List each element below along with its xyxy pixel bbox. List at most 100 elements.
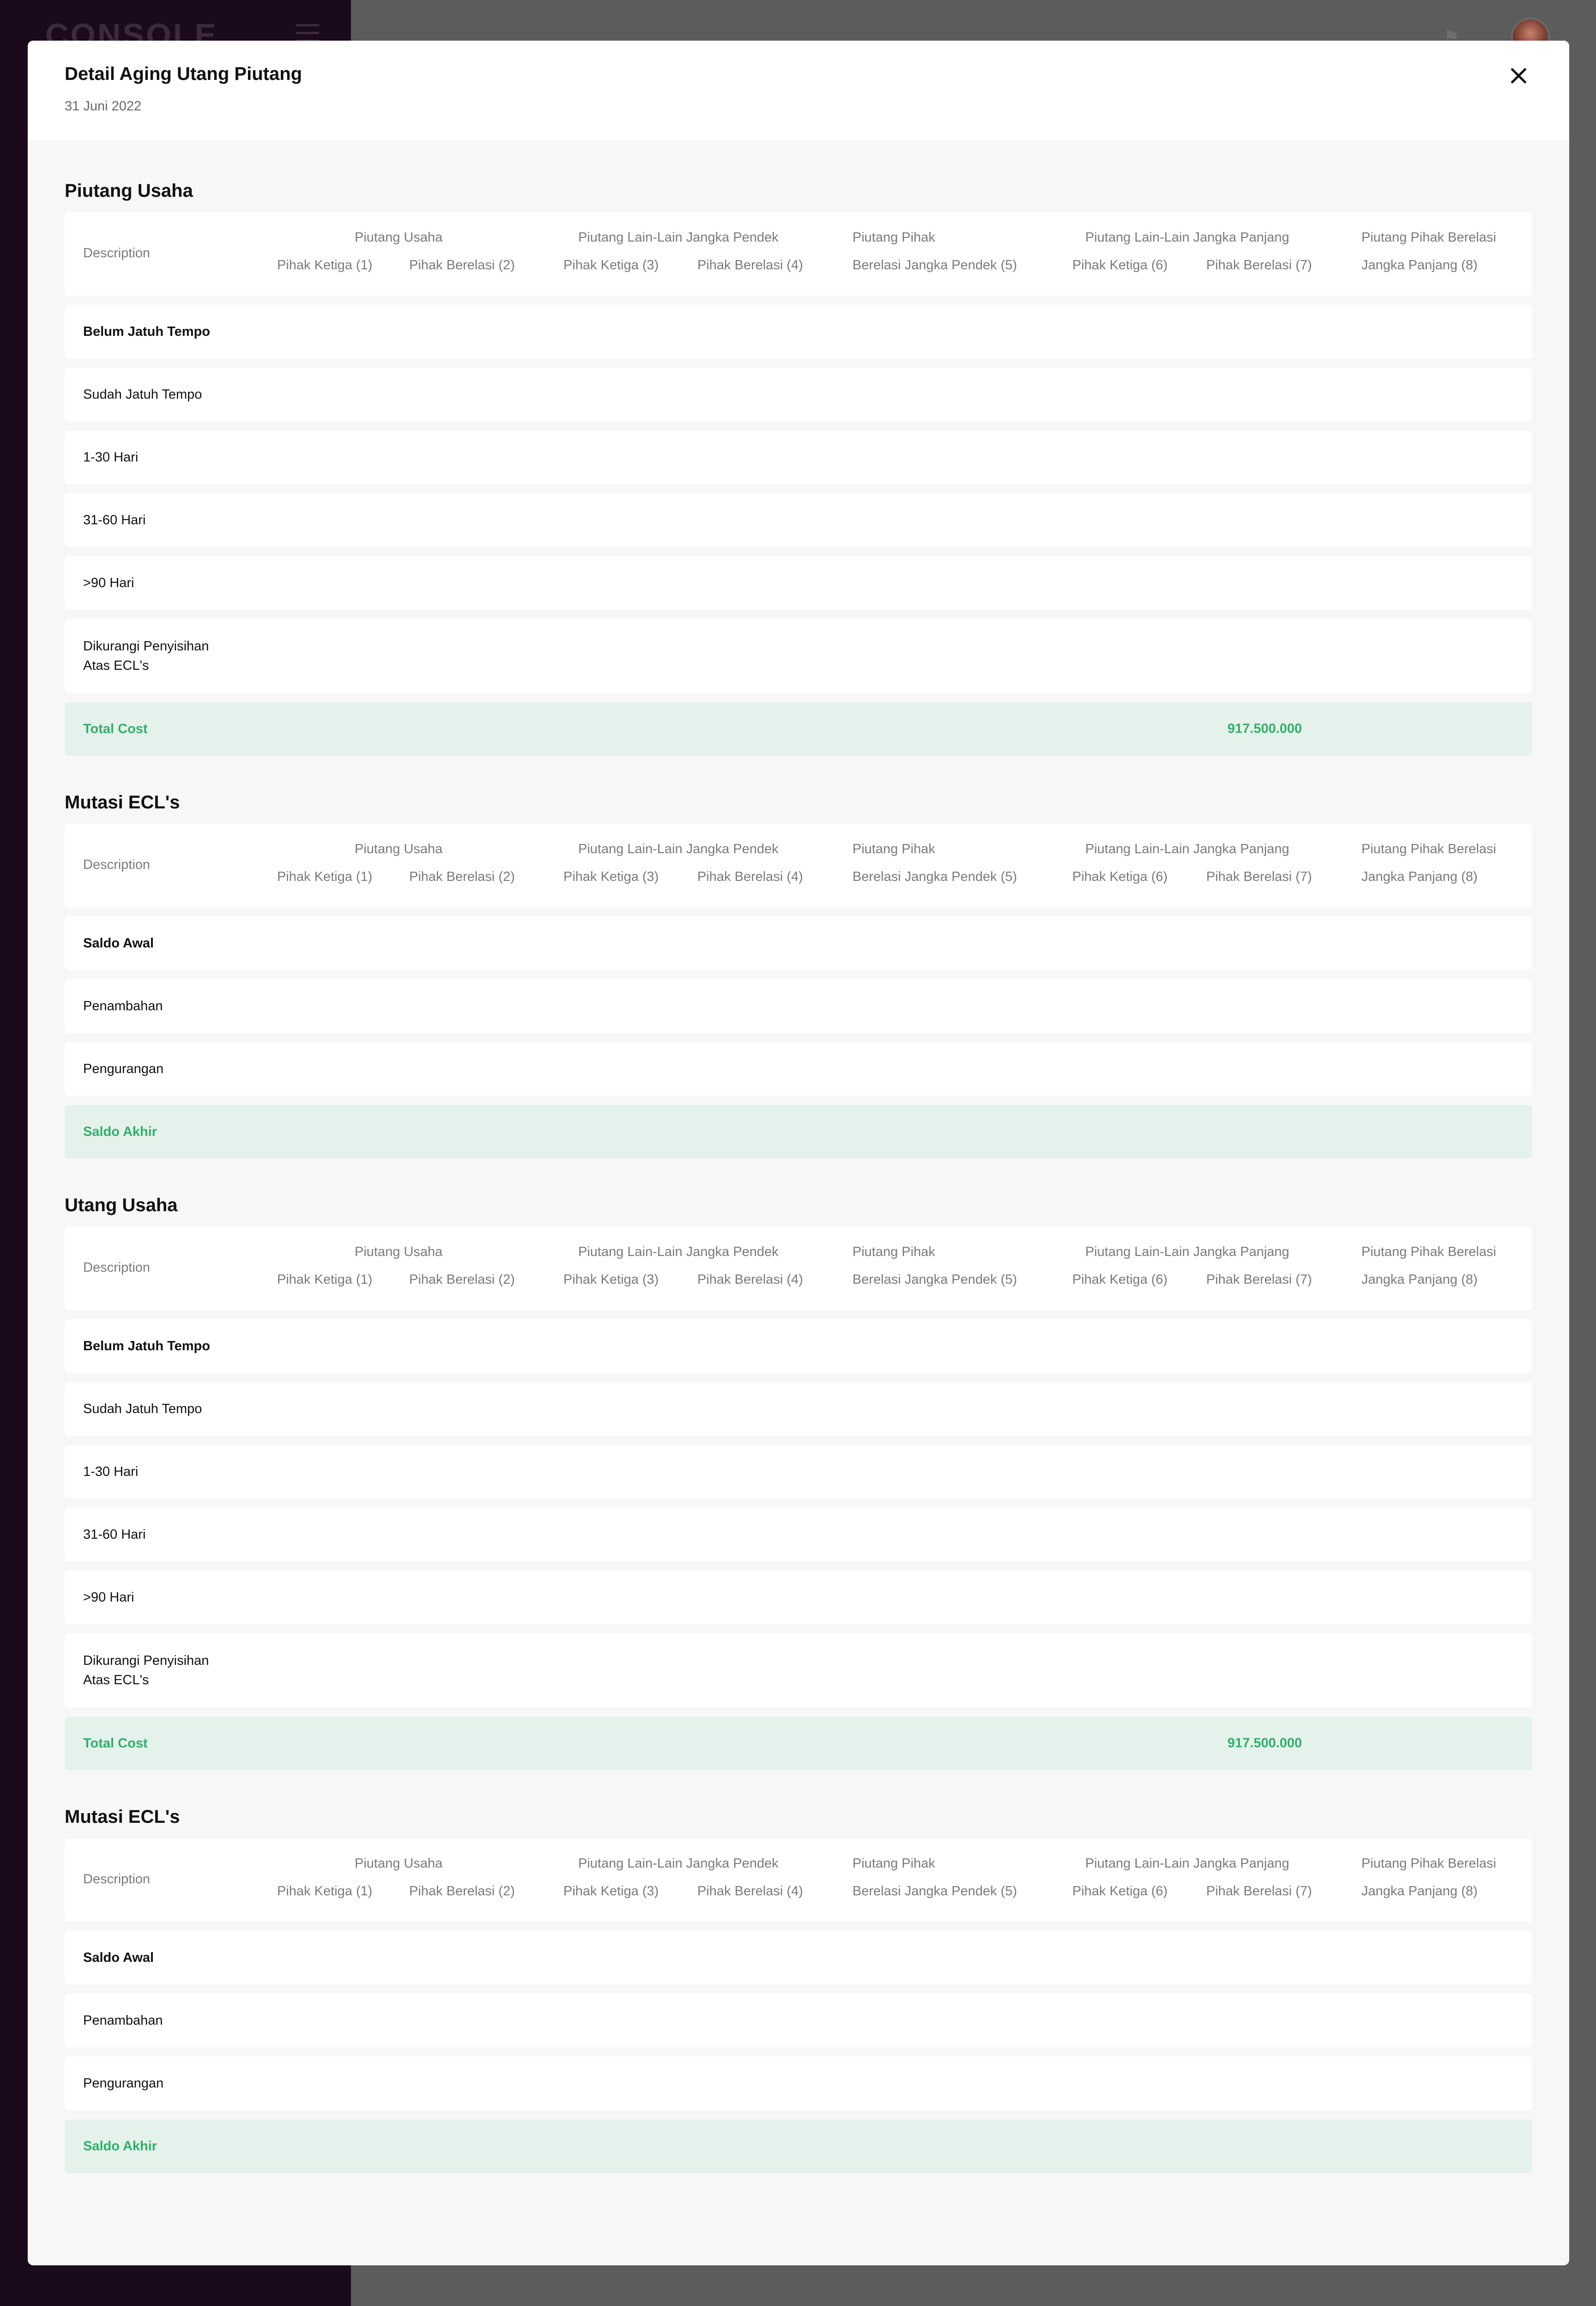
header-description: Description <box>83 246 151 261</box>
header-col7: Pihak Berelasi (7) <box>1206 1272 1312 1287</box>
row-label: >90 Hari <box>83 1590 134 1605</box>
section-title: Piutang Usaha <box>65 181 193 201</box>
header-col6: Pihak Ketiga (6) <box>1072 869 1168 884</box>
modal-date: 31 Juni 2022 <box>65 99 142 114</box>
header-col6: Pihak Ketiga (6) <box>1072 1272 1168 1287</box>
header-col2: Pihak Berelasi (2) <box>409 1884 515 1899</box>
table-header: Description Piutang Usaha Pihak Ketiga (… <box>65 1839 1532 1922</box>
total-label: Saldo Akhir <box>83 2139 157 2154</box>
header-col3: Pihak Ketiga (3) <box>563 258 659 273</box>
header-col8-bottom: Jangka Panjang (8) <box>1361 258 1478 273</box>
detail-modal: Detail Aging Utang Piutang 31 Juni 2022 … <box>28 41 1569 2265</box>
total-value: 917.500.000 <box>1227 721 1302 736</box>
table-row: Penambahan <box>65 1994 1532 2047</box>
header-group1: Piutang Usaha <box>355 1856 443 1871</box>
header-col4: Pihak Berelasi (4) <box>697 1272 803 1287</box>
total-row: Saldo Akhir <box>65 1105 1532 1159</box>
table-row: Belum Jatuh Tempo <box>65 305 1532 358</box>
row-label: Sudah Jatuh Tempo <box>83 1402 202 1416</box>
header-col4: Pihak Berelasi (4) <box>697 869 803 884</box>
row-label: 31-60 Hari <box>83 513 146 528</box>
header-group1: Piutang Usaha <box>355 1244 443 1259</box>
header-col2: Pihak Berelasi (2) <box>409 869 515 884</box>
table-row: Penambahan <box>65 979 1532 1033</box>
modal-title: Detail Aging Utang Piutang <box>65 64 302 84</box>
header-description: Description <box>83 1260 151 1275</box>
header-group3: Piutang Lain-Lain Jangka Panjang <box>1085 1244 1289 1259</box>
header-col1: Pihak Ketiga (1) <box>277 1272 373 1287</box>
header-group1: Piutang Usaha <box>355 230 443 245</box>
header-col8-bottom: Jangka Panjang (8) <box>1361 869 1478 884</box>
header-col7: Pihak Berelasi (7) <box>1206 1884 1312 1899</box>
row-label: Belum Jatuh Tempo <box>83 324 210 339</box>
total-label: Total Cost <box>83 722 148 736</box>
table-row: >90 Hari <box>65 1571 1532 1624</box>
row-label: Pengurangan <box>83 2076 164 2091</box>
total-label: Saldo Akhir <box>83 1124 157 1139</box>
header-col5-top: Piutang Pihak <box>852 842 935 856</box>
header-col5-bottom: Berelasi Jangka Pendek (5) <box>852 869 1017 884</box>
header-col5-bottom: Berelasi Jangka Pendek (5) <box>852 1884 1017 1899</box>
header-group3: Piutang Lain-Lain Jangka Panjang <box>1085 842 1289 856</box>
table-row: 1-30 Hari <box>65 431 1532 484</box>
total-value: 917.500.000 <box>1227 1736 1302 1751</box>
row-label: 1-30 Hari <box>83 450 139 465</box>
row-label: Pengurangan <box>83 1062 164 1076</box>
header-group2: Piutang Lain-Lain Jangka Pendek <box>578 230 779 245</box>
header-col4: Pihak Berelasi (4) <box>697 1884 803 1899</box>
menu-icon[interactable] <box>296 24 320 42</box>
section-title: Utang Usaha <box>65 1195 178 1215</box>
total-label: Total Cost <box>83 1736 148 1751</box>
row-label: 31-60 Hari <box>83 1527 146 1542</box>
table-header: Description Piutang Usaha Pihak Ketiga (… <box>65 824 1532 907</box>
total-row: Total Cost 917.500.000 <box>65 702 1532 756</box>
header-group2: Piutang Lain-Lain Jangka Pendek <box>578 842 779 856</box>
table-row: 1-30 Hari <box>65 1445 1532 1499</box>
header-col8-bottom: Jangka Panjang (8) <box>1361 1884 1478 1899</box>
section-title: Mutasi ECL's <box>65 1807 180 1827</box>
header-description: Description <box>83 857 151 872</box>
header-col5-top: Piutang Pihak <box>852 230 935 245</box>
table-row: Saldo Awal <box>65 1931 1532 1984</box>
header-col8-top: Piutang Pihak Berelasi <box>1361 230 1496 245</box>
header-group3: Piutang Lain-Lain Jangka Panjang <box>1085 230 1289 245</box>
header-col3: Pihak Ketiga (3) <box>563 869 659 884</box>
header-col4: Pihak Berelasi (4) <box>697 258 803 273</box>
close-icon[interactable] <box>1505 62 1532 90</box>
header-group1: Piutang Usaha <box>355 842 443 856</box>
row-label: 1-30 Hari <box>83 1464 139 1479</box>
header-group3: Piutang Lain-Lain Jangka Panjang <box>1085 1856 1289 1871</box>
total-row: Saldo Akhir <box>65 2119 1532 2173</box>
header-col2: Pihak Berelasi (2) <box>409 258 515 273</box>
row-label: Saldo Awal <box>83 936 154 951</box>
header-col7: Pihak Berelasi (7) <box>1206 258 1312 273</box>
table-header: Description Piutang Usaha Pihak Ketiga (… <box>65 1227 1532 1310</box>
row-label: >90 Hari <box>83 576 134 590</box>
modal-header: Detail Aging Utang Piutang 31 Juni 2022 <box>28 41 1569 140</box>
table-row: Pengurangan <box>65 1042 1532 1096</box>
table-row: >90 Hari <box>65 556 1532 610</box>
row-label: Dikurangi Penyisihan Atas ECL's <box>83 1653 209 1687</box>
header-col8-bottom: Jangka Panjang (8) <box>1361 1272 1478 1287</box>
table-row: Sudah Jatuh Tempo <box>65 368 1532 421</box>
total-row: Total Cost 917.500.000 <box>65 1717 1532 1770</box>
header-col7: Pihak Berelasi (7) <box>1206 869 1312 884</box>
modal-body: Piutang Usaha Description Piutang Usaha … <box>28 175 1569 2173</box>
header-description: Description <box>83 1872 151 1887</box>
section-title: Mutasi ECL's <box>65 792 180 813</box>
table-row: Dikurangi Penyisihan Atas ECL's <box>65 1633 1532 1707</box>
header-col5-bottom: Berelasi Jangka Pendek (5) <box>852 1272 1017 1287</box>
header-col8-top: Piutang Pihak Berelasi <box>1361 1244 1496 1259</box>
table-row: 31-60 Hari <box>65 1508 1532 1561</box>
row-label: Dikurangi Penyisihan Atas ECL's <box>83 639 209 673</box>
row-label: Saldo Awal <box>83 1950 154 1965</box>
header-col3: Pihak Ketiga (3) <box>563 1884 659 1899</box>
header-col1: Pihak Ketiga (1) <box>277 1884 373 1899</box>
header-col1: Pihak Ketiga (1) <box>277 258 373 273</box>
header-col6: Pihak Ketiga (6) <box>1072 1884 1168 1899</box>
header-group2: Piutang Lain-Lain Jangka Pendek <box>578 1856 779 1871</box>
row-label: Sudah Jatuh Tempo <box>83 387 202 402</box>
row-label: Belum Jatuh Tempo <box>83 1339 210 1353</box>
table-row: Saldo Awal <box>65 916 1532 970</box>
header-col8-top: Piutang Pihak Berelasi <box>1361 842 1496 856</box>
